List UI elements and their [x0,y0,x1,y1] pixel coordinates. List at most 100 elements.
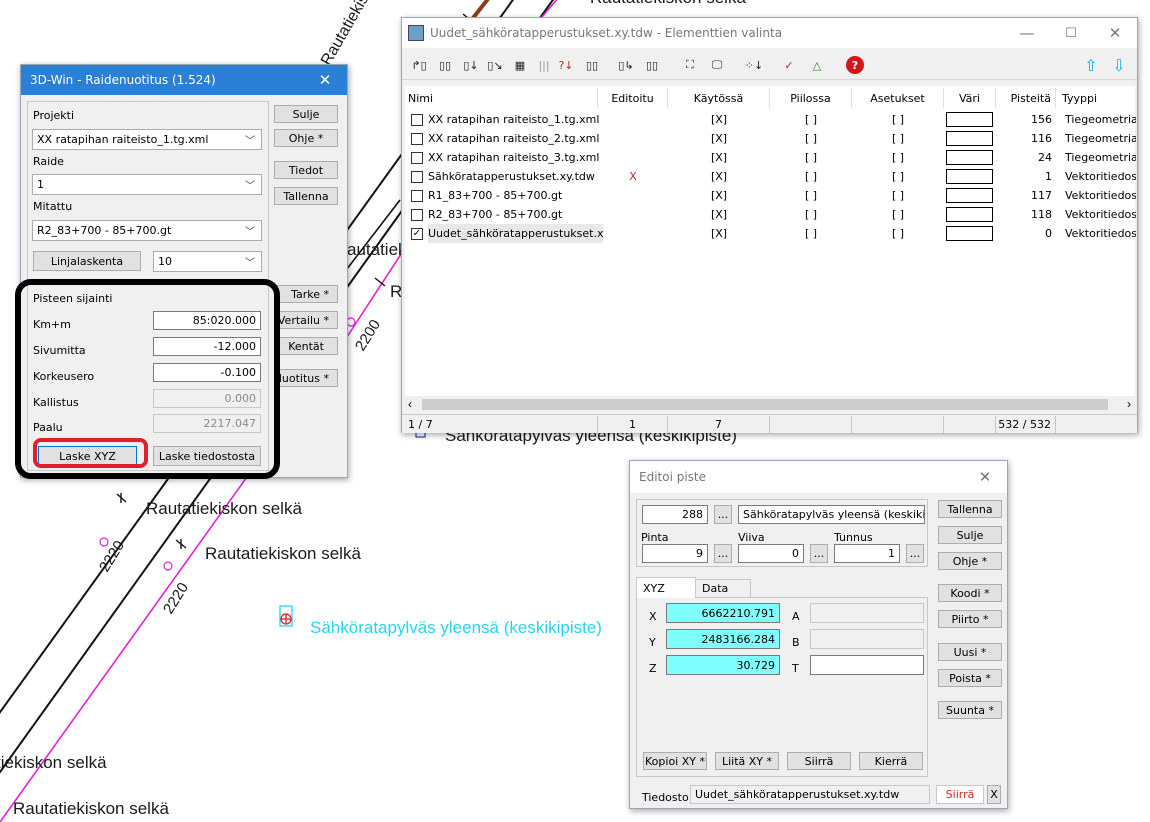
check-red-icon[interactable]: ✓ [778,54,800,76]
y-input[interactable]: 2483166.284 [666,629,780,649]
elementit-titlebar[interactable]: Uudet_sähköratapperustukset.xy.tdw - Ele… [402,18,1137,48]
table-row[interactable]: ✓ Uudet_sähköratapperustukset.x... [X] [ ] [… [405,224,1136,243]
col-header-piilossa[interactable]: Piilossa [770,88,852,108]
liita-xy-button[interactable]: Liitä XY * [715,752,779,770]
koodi-button[interactable]: Koodi * [938,584,1002,602]
file-next-icon[interactable]: ▯▯ [640,54,664,76]
monitor-icon[interactable]: 🖵 [706,54,728,76]
col-header-asetukset[interactable]: Asetukset [852,88,944,108]
mitattu-select[interactable]: R2_83+700 - 85+700.gt ﹀ [32,220,262,241]
z-input[interactable]: 30.729 [666,655,780,675]
col-header-pisteita[interactable]: Pisteitä [996,88,1056,108]
query-file-icon[interactable]: ?↓ [555,54,577,76]
dots-icon[interactable]: ⁘↓ [743,54,765,76]
row-checkbox[interactable] [411,133,423,145]
t-input[interactable] [810,655,924,675]
row-color-swatch[interactable] [946,112,993,127]
raidenuotitus-titlebar[interactable]: 3D-Win - Raidenuotitus (1.524) ✕ [21,65,347,95]
point-number-input[interactable]: 288 [642,505,708,524]
col-header-editoitu[interactable]: Editoitu [598,88,668,108]
tarke-button[interactable]: Tarke * [274,285,338,303]
nuotitus-button[interactable]: Nuotitus * [274,369,338,387]
table-row[interactable]: XX ratapihan raiteisto_1.tg.xml [X] [ ] [ ]… [405,110,1136,129]
help-icon[interactable]: ? [844,54,866,76]
x-close-button[interactable]: X [987,785,1001,804]
row-checkbox[interactable]: ✓ [411,228,423,240]
table-row[interactable]: Sähköratapperustukset.xy.tdw X [X] [ ] [ ] 1 V… [405,167,1136,186]
row-color-swatch[interactable] [946,207,993,222]
row-color-swatch[interactable] [946,150,993,165]
row-checkbox[interactable] [411,152,423,164]
kentat-button[interactable]: Kentät [274,337,338,355]
close-icon[interactable]: ✕ [303,65,347,95]
row-color-swatch[interactable] [946,169,993,184]
linjalaskenta-button[interactable]: Linjalaskenta [33,251,141,271]
arrow-up-icon[interactable]: ⇧ [1080,54,1102,76]
move-file-icon[interactable]: ▯↓ [460,54,482,76]
sulje-button[interactable]: Sulje [274,105,338,123]
row-checkbox[interactable] [411,171,423,183]
viiva-ellipsis-button[interactable]: ... [810,544,828,563]
piirto-button[interactable]: Piirto * [938,610,1002,628]
tiedot-button[interactable]: Tiedot [274,161,338,179]
x-input[interactable]: 6662210.791 [666,603,780,623]
sulje-button[interactable]: Sulje [938,526,1002,544]
table-row[interactable]: XX ratapihan raiteisto_2.tg.xml [X] [ ] [ ]… [405,129,1136,148]
arrow-down-icon[interactable]: ⇩ [1108,54,1130,76]
poista-button[interactable]: Poista * [938,669,1002,687]
point-number-ellipsis-button[interactable]: ... [714,505,732,524]
pattern-icon[interactable]: ▦ [509,54,531,76]
triangle-12-icon[interactable]: △ [804,54,830,76]
close-icon[interactable]: ✕ [963,462,1007,492]
chevron-left-icon[interactable]: ‹ [408,397,412,411]
point-description-input[interactable]: Sähköratapylväs yleensä (keskikipiste [738,505,925,524]
col-header-vari[interactable]: Väri [944,88,996,108]
tunnus-ellipsis-button[interactable]: ... [906,544,924,563]
raide-select[interactable]: 1 ﹀ [32,174,262,195]
uusi-button[interactable]: Uusi * [938,643,1002,661]
siirra-red-button[interactable]: Siirrä [936,785,984,804]
scrollbar-thumb[interactable] [422,399,1108,410]
tab-xyz[interactable]: XYZ [636,577,696,598]
ohje-button[interactable]: Ohje * [274,129,338,147]
table-row[interactable]: XX ratapihan raiteisto_3.tg.xml [X] [ ] [ ]… [405,148,1136,167]
kopioi-xy-button[interactable]: Kopioi XY * [643,752,707,770]
editoi-piste-titlebar[interactable]: Editoi piste ✕ [630,461,1007,493]
tallenna-button[interactable]: Tallenna [274,187,338,205]
add-file-icon[interactable]: ▯▯ [434,54,456,76]
suunta-button[interactable]: Suunta * [938,701,1002,719]
minimize-icon[interactable]: — [1005,18,1049,48]
close-icon[interactable]: ✕ [1093,18,1137,48]
horizontal-scrollbar[interactable]: ‹ › [405,396,1136,413]
pinta-ellipsis-button[interactable]: ... [714,544,732,563]
tunnus-input[interactable]: 1 [834,544,900,563]
refresh-icon[interactable]: ↱▯ [408,54,430,76]
ohje-button[interactable]: Ohje * [938,552,1002,570]
viiva-input[interactable]: 0 [738,544,804,563]
row-color-swatch[interactable] [946,131,993,146]
row-checkbox[interactable] [411,190,423,202]
row-color-swatch[interactable] [946,188,993,203]
row-checkbox[interactable] [411,114,423,126]
copy-file-icon[interactable]: ▯↘ [484,54,506,76]
table-row[interactable]: R1_83+700 - 85+700.gt [X] [ ] [ ] 117 Vektori… [405,186,1136,205]
row-checkbox[interactable] [411,209,423,221]
tab-data[interactable]: Data [695,579,751,598]
file-forward-icon[interactable]: ▯↳ [615,54,637,76]
col-header-nimi[interactable]: Nimi [408,88,598,108]
col-header-tyyppi[interactable]: Tyyppi [1056,88,1134,108]
vertailu-button[interactable]: Vertailu * [274,311,338,329]
pinta-input[interactable]: 9 [642,544,708,563]
col-header-kaytossa[interactable]: Käytössä [668,88,770,108]
file-down-icon[interactable]: ▯▯ [580,54,604,76]
table-row[interactable]: R2_83+700 - 85+700.gt [X] [ ] [ ] 118 Vektori… [405,205,1136,224]
kierra-button[interactable]: Kierrä [859,752,923,770]
linjalaskenta-select[interactable]: 10 ﹀ [153,251,262,272]
maximize-icon[interactable]: ☐ [1049,18,1093,48]
siirra-button[interactable]: Siirrä [787,752,851,770]
tallenna-button[interactable]: Tallenna [938,500,1002,518]
fit-screen-icon[interactable]: ⛶ [679,54,701,76]
chevron-right-icon[interactable]: › [1127,397,1131,411]
row-color-swatch[interactable] [946,226,993,241]
projekti-select[interactable]: XX ratapihan raiteisto_1.tg.xml ﹀ [32,129,262,150]
